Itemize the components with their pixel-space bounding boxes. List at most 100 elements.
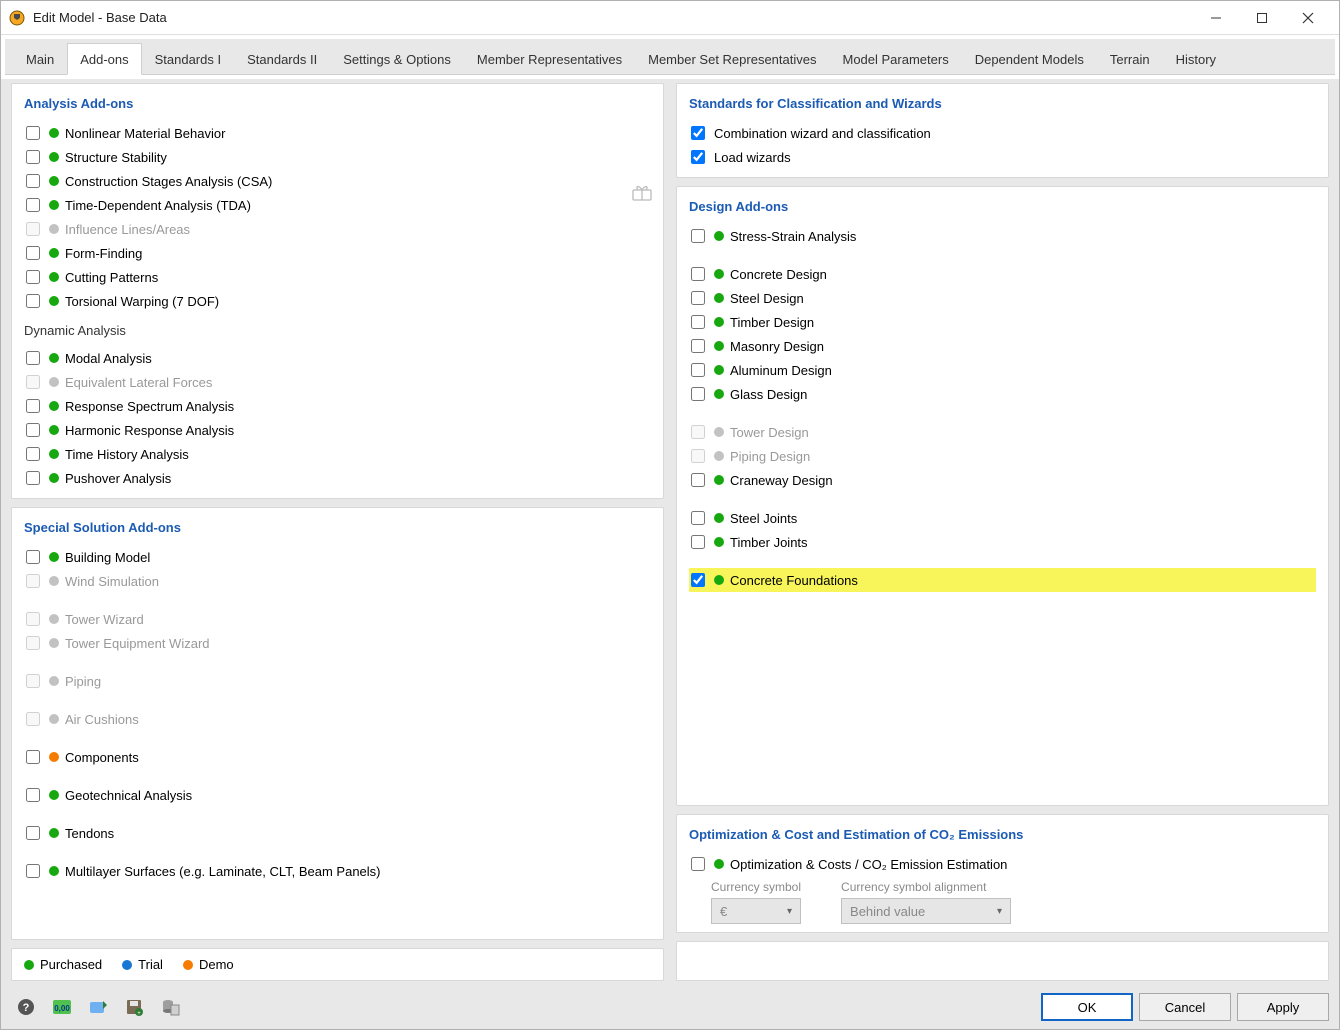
tab[interactable]: Standards II — [234, 43, 330, 74]
tab[interactable]: Standards I — [142, 43, 235, 74]
addon-label: Influence Lines/Areas — [65, 222, 190, 237]
addon-row: Optimization & Costs / CO₂ Emission Esti… — [689, 852, 1316, 876]
field-label: Currency symbol alignment — [841, 880, 1011, 894]
addon-label: Cutting Patterns — [65, 270, 158, 285]
minimize-button[interactable] — [1193, 2, 1239, 34]
addon-label: Glass Design — [730, 387, 807, 402]
maximize-button[interactable] — [1239, 2, 1285, 34]
tab[interactable]: Member Representatives — [464, 43, 635, 74]
addon-row: Multilayer Surfaces (e.g. Laminate, CLT,… — [24, 859, 651, 883]
addon-checkbox — [26, 674, 40, 688]
addon-checkbox[interactable] — [691, 473, 705, 487]
addon-label: Multilayer Surfaces (e.g. Laminate, CLT,… — [65, 864, 381, 879]
tab[interactable]: Add-ons — [67, 43, 141, 75]
addon-checkbox[interactable] — [691, 229, 705, 243]
tab[interactable]: History — [1163, 43, 1229, 74]
addon-checkbox[interactable] — [26, 471, 40, 485]
addon-row: Influence Lines/Areas — [24, 217, 651, 241]
addon-row: Wind Simulation — [24, 569, 651, 593]
addon-checkbox[interactable] — [26, 788, 40, 802]
tab[interactable]: Member Set Representatives — [635, 43, 829, 74]
currency-alignment-select[interactable]: Behind value ▾ — [841, 898, 1011, 924]
addon-row: Concrete Foundations — [689, 568, 1316, 592]
addon-label: Piping — [65, 674, 101, 689]
addon-checkbox[interactable] — [26, 423, 40, 437]
addon-checkbox — [26, 222, 40, 236]
addon-checkbox[interactable] — [26, 270, 40, 284]
status-dot-icon — [714, 231, 724, 241]
addon-checkbox[interactable] — [691, 387, 705, 401]
refresh-icon[interactable] — [83, 993, 113, 1021]
addon-checkbox[interactable] — [691, 573, 705, 587]
addon-checkbox[interactable] — [26, 246, 40, 260]
tab[interactable]: Dependent Models — [962, 43, 1097, 74]
addon-checkbox[interactable] — [26, 399, 40, 413]
addon-label: Air Cushions — [65, 712, 139, 727]
addon-label: Combination wizard and classification — [714, 126, 931, 141]
addon-checkbox[interactable] — [691, 511, 705, 525]
addon-checkbox[interactable] — [26, 198, 40, 212]
addon-checkbox[interactable] — [26, 826, 40, 840]
addon-label: Nonlinear Material Behavior — [65, 126, 225, 141]
addon-checkbox[interactable] — [691, 857, 705, 871]
currency-select[interactable]: € ▾ — [711, 898, 801, 924]
addon-label: Structure Stability — [65, 150, 167, 165]
addon-checkbox[interactable] — [26, 447, 40, 461]
status-dot-icon — [49, 401, 59, 411]
addon-checkbox[interactable] — [691, 267, 705, 281]
edit-model-dialog: Edit Model - Base Data MainAdd-onsStanda… — [0, 0, 1340, 1030]
addon-checkbox[interactable] — [26, 351, 40, 365]
addon-checkbox[interactable] — [691, 535, 705, 549]
svg-text:?: ? — [23, 1002, 30, 1014]
tab[interactable]: Main — [13, 43, 67, 74]
addon-row: Stress-Strain Analysis — [689, 224, 1316, 248]
addon-checkbox[interactable] — [691, 126, 705, 140]
addon-label: Steel Design — [730, 291, 804, 306]
status-dot-icon — [714, 317, 724, 327]
addon-label: Tower Wizard — [65, 612, 144, 627]
addon-checkbox[interactable] — [26, 864, 40, 878]
ok-button[interactable]: OK — [1041, 993, 1133, 1021]
addon-row: Equivalent Lateral Forces — [24, 370, 651, 394]
chevron-down-icon: ▾ — [997, 906, 1002, 917]
addon-label: Construction Stages Analysis (CSA) — [65, 174, 272, 189]
addon-label: Equivalent Lateral Forces — [65, 375, 212, 390]
status-dot-icon — [49, 714, 59, 724]
addon-label: Tendons — [65, 826, 114, 841]
addon-checkbox[interactable] — [691, 291, 705, 305]
addon-checkbox[interactable] — [691, 363, 705, 377]
addon-row: Tower Design — [689, 420, 1316, 444]
help-icon[interactable]: ? — [11, 993, 41, 1021]
addon-checkbox[interactable] — [26, 174, 40, 188]
status-dot-icon — [714, 451, 724, 461]
tab[interactable]: Settings & Options — [330, 43, 464, 74]
tab[interactable]: Terrain — [1097, 43, 1163, 74]
status-dot-icon — [49, 425, 59, 435]
status-dot-icon — [49, 828, 59, 838]
database-icon[interactable] — [155, 993, 185, 1021]
addon-label: Steel Joints — [730, 511, 797, 526]
addon-row: Load wizards — [689, 145, 1316, 169]
addon-checkbox[interactable] — [691, 150, 705, 164]
addon-checkbox[interactable] — [26, 550, 40, 564]
addon-checkbox[interactable] — [691, 315, 705, 329]
addon-checkbox — [26, 612, 40, 626]
addon-row: Aluminum Design — [689, 358, 1316, 382]
status-dot-icon — [49, 790, 59, 800]
addon-row: Steel Joints — [689, 506, 1316, 530]
status-dot-icon — [714, 513, 724, 523]
cancel-button[interactable]: Cancel — [1139, 993, 1231, 1021]
addon-checkbox[interactable] — [26, 150, 40, 164]
save-icon[interactable]: + — [119, 993, 149, 1021]
close-button[interactable] — [1285, 2, 1331, 34]
addon-checkbox[interactable] — [691, 339, 705, 353]
tab[interactable]: Model Parameters — [829, 43, 961, 74]
apply-button[interactable]: Apply — [1237, 993, 1329, 1021]
addon-label: Modal Analysis — [65, 351, 152, 366]
addon-checkbox[interactable] — [26, 750, 40, 764]
addon-checkbox[interactable] — [26, 294, 40, 308]
status-dot-icon — [714, 389, 724, 399]
addon-checkbox[interactable] — [26, 126, 40, 140]
units-icon[interactable]: 0,00 — [47, 993, 77, 1021]
addon-row: Tower Wizard — [24, 607, 651, 631]
